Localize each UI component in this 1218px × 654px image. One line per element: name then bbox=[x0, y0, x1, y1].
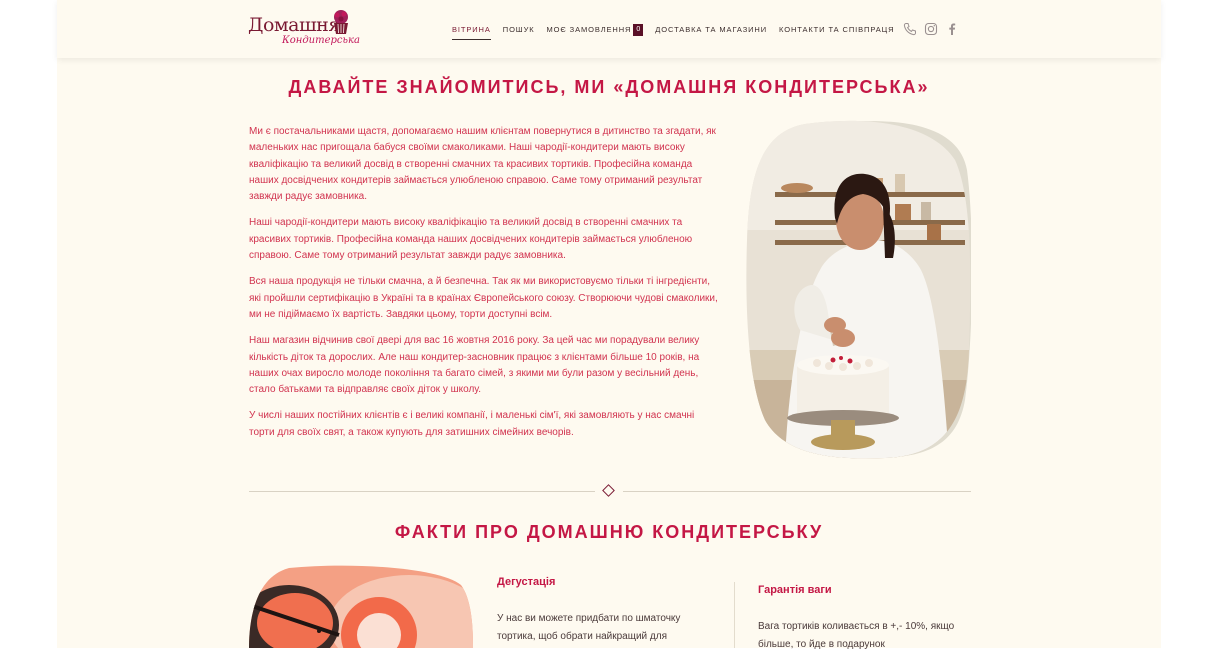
fact-text-weight: Вага тортиків коливається в +,- 10%, якщ… bbox=[758, 621, 955, 650]
about-text: Ми є постачальниками щастя, допомагаємо … bbox=[249, 124, 719, 451]
nav-item-contacts[interactable]: КОНТАКТИ ТА СПІВПРАЦЯ bbox=[779, 23, 894, 37]
about-paragraph: У числі наших постійних клієнтів є і вел… bbox=[249, 410, 695, 438]
fact-title-weight: Гарантія ваги bbox=[758, 584, 832, 596]
main-nav: ВІТРИНА ПОШУК МОЄ ЗАМОВЛЕННЯ 0 ДОСТАВКА Т… bbox=[452, 22, 906, 40]
fact-title-tasting: Дегустація bbox=[497, 576, 556, 588]
confectioner-photo bbox=[746, 120, 971, 459]
nav-item-my-order[interactable]: МОЄ ЗАМОВЛЕННЯ 0 bbox=[547, 23, 644, 37]
social-icons bbox=[903, 22, 966, 36]
facts-separator bbox=[734, 582, 735, 648]
phone-icon[interactable] bbox=[903, 22, 917, 36]
fact-text-tasting: У нас ви можете придбати по шматочку тор… bbox=[497, 613, 681, 642]
about-paragraph: Наш магазин відчинив свої двері для вас … bbox=[249, 335, 700, 396]
about-paragraph: Ми є постачальниками щастя, допомагаємо … bbox=[249, 126, 716, 203]
facts-photo bbox=[249, 565, 473, 648]
about-paragraph: Наші чародії-кондитери мають високу квал… bbox=[249, 217, 693, 262]
about-paragraph: Вся наша продукція не тільки смачна, а й… bbox=[249, 276, 718, 320]
instagram-icon[interactable] bbox=[924, 22, 938, 36]
section-divider bbox=[249, 484, 971, 498]
divider-line-left bbox=[249, 491, 595, 492]
site-header: Домашня Кондитерська ВІТРИНА ПОШУК МОЄ З… bbox=[57, 0, 1161, 58]
nav-item-delivery[interactable]: ДОСТАВКА ТА МАГАЗИНИ bbox=[655, 23, 767, 37]
nav-item-search[interactable]: ПОШУК bbox=[503, 23, 535, 37]
nav-item-my-order-label: МОЄ ЗАМОВЛЕННЯ bbox=[546, 25, 632, 34]
diamond-icon bbox=[602, 484, 615, 497]
about-title: ДАВАЙТЕ ЗНАЙОМИТИСЬ, МИ «ДОМАШНЯ КОНДИТЕ… bbox=[288, 77, 930, 97]
facts-title: ФАКТИ ПРО ДОМАШНЮ КОНДИТЕРСЬКУ bbox=[394, 522, 824, 542]
nav-item-showcase[interactable]: ВІТРИНА bbox=[452, 23, 491, 40]
divider-line-right bbox=[623, 491, 971, 492]
facebook-icon[interactable] bbox=[945, 22, 959, 36]
logo[interactable]: Домашня Кондитерська bbox=[248, 8, 360, 52]
cupcake-icon bbox=[334, 10, 348, 34]
logo-sub-text: Кондитерська bbox=[282, 35, 360, 46]
page: Домашня Кондитерська ВІТРИНА ПОШУК МОЄ З… bbox=[57, 0, 1161, 650]
logo-main-text: Домашня bbox=[248, 14, 340, 36]
order-count-badge: 0 bbox=[633, 24, 644, 37]
